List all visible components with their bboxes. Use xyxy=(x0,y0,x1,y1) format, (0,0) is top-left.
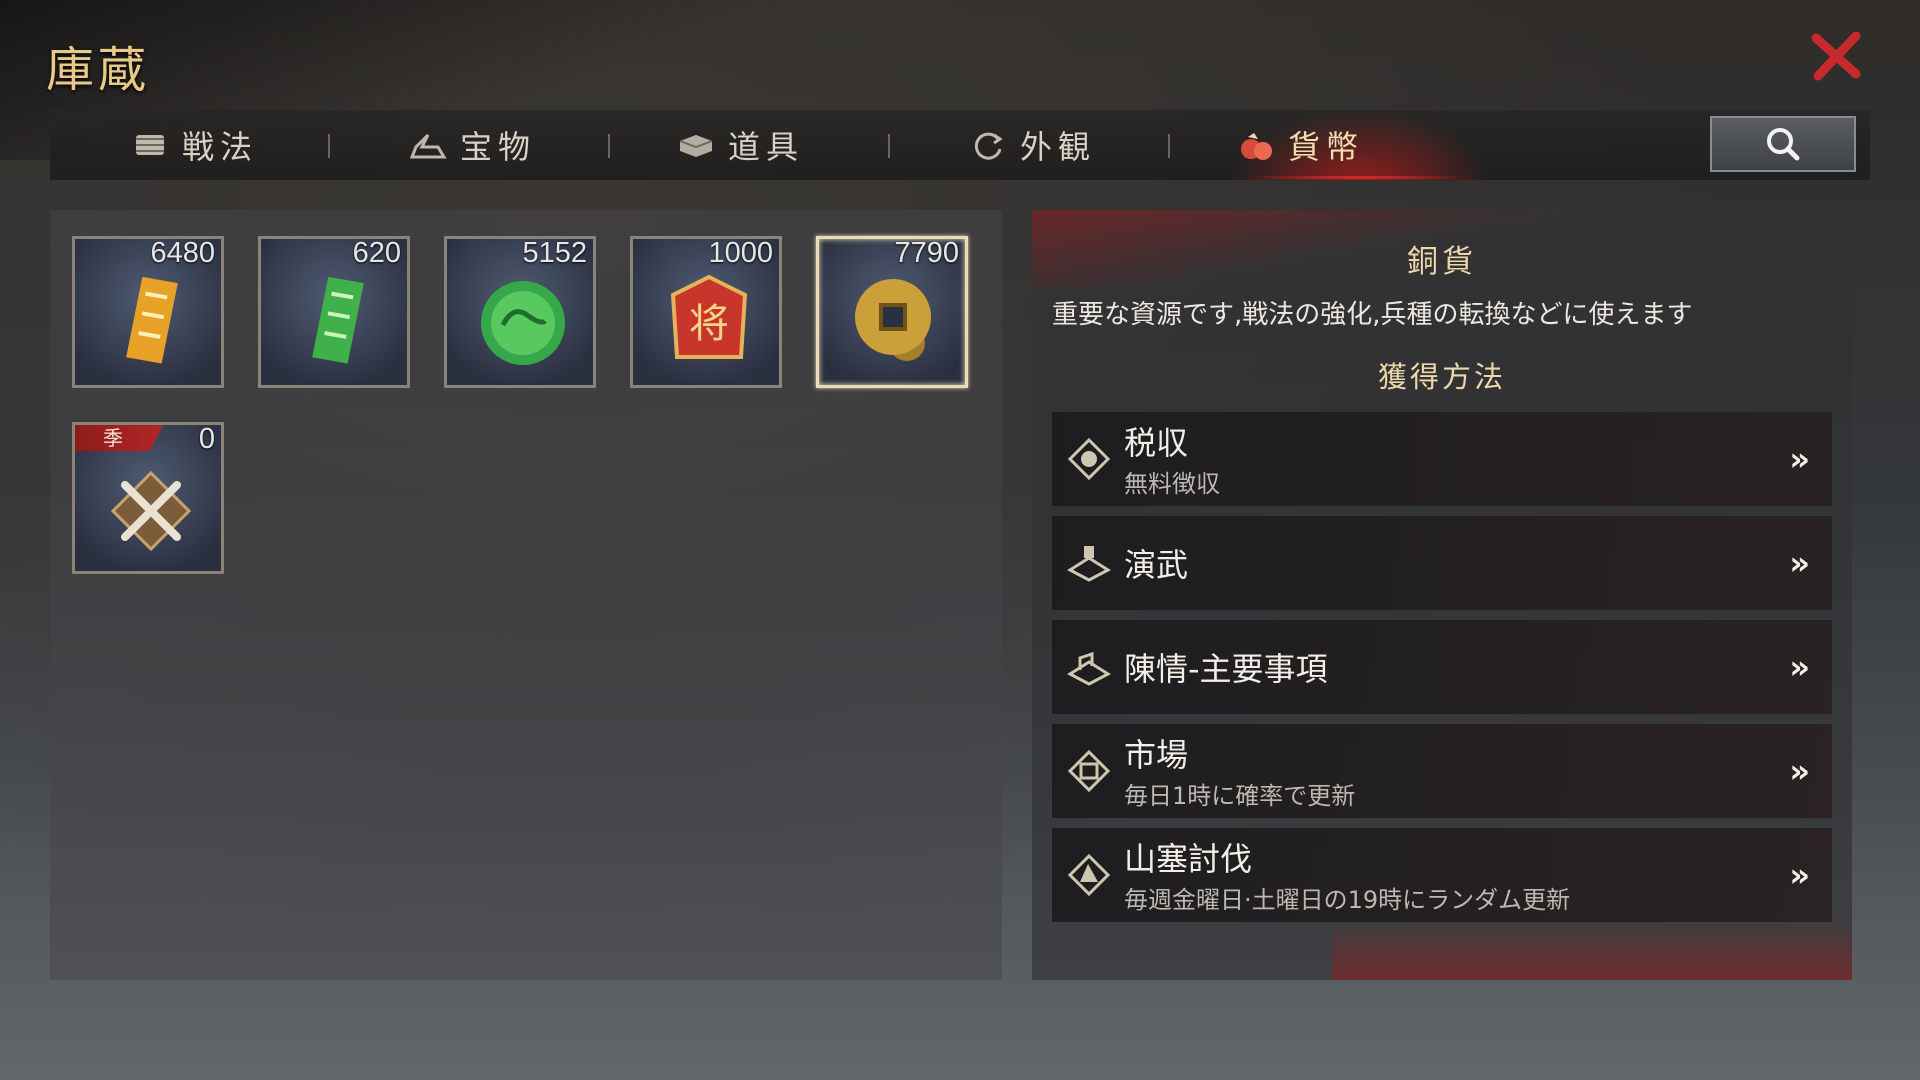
tab-label: 外観 xyxy=(1020,128,1097,166)
item-count: 620 xyxy=(352,237,401,269)
chevron-right-icon: » xyxy=(1789,752,1810,790)
tab-label: 貨幣 xyxy=(1288,128,1365,166)
source-subtitle: 無料徴収 xyxy=(1124,470,1220,498)
inventory-item-general-seal[interactable]: 将 1000 xyxy=(630,236,782,388)
inventory-item-copper-coin[interactable]: 7790 xyxy=(816,236,968,388)
chevron-right-icon: » xyxy=(1789,544,1810,582)
scroll-icon xyxy=(136,135,164,155)
swirl-icon xyxy=(974,132,1003,160)
tab-divider xyxy=(328,134,330,158)
gold-token-icon xyxy=(126,276,178,364)
tab-treasure[interactable]: 宝物 xyxy=(408,110,536,180)
source-name: 市場 xyxy=(1124,736,1189,774)
jade-token-icon xyxy=(312,276,364,364)
tax-icon xyxy=(1067,437,1111,481)
tab-tactics[interactable]: 戦法 xyxy=(130,110,258,180)
sources-heading: 獲得方法 xyxy=(1377,360,1506,394)
search-icon xyxy=(1767,128,1800,161)
tab-currency[interactable]: 貨幣 xyxy=(1236,110,1364,180)
petition-icon xyxy=(1067,651,1111,686)
tab-label: 戦法 xyxy=(182,128,259,166)
bandit-fort-icon xyxy=(1067,853,1111,897)
inventory-item-jade-coin[interactable]: 5152 xyxy=(444,236,596,388)
crossed-swords-icon xyxy=(110,470,192,552)
tab-label: 道具 xyxy=(728,128,805,166)
tab-divider xyxy=(888,134,890,158)
item-count: 1000 xyxy=(708,237,773,269)
source-subtitle: 毎日1時に確率で更新 xyxy=(1124,782,1356,810)
decorative-brush-stroke xyxy=(1332,920,1852,980)
tab-label: 宝物 xyxy=(460,128,537,166)
close-icon xyxy=(1811,31,1861,81)
season-badge: 季 xyxy=(75,425,163,451)
detail-panel: 銅貨 重要な資源です,戦法の強化,兵種の転換などに使えます 獲得方法 税収 無料… xyxy=(1032,210,1852,980)
source-name: 陳情-主要事項 xyxy=(1124,650,1328,688)
search-button[interactable] xyxy=(1710,116,1856,172)
inventory-item-jade-token[interactable]: 620 xyxy=(258,236,410,388)
tab-appearance[interactable]: 外観 xyxy=(968,110,1096,180)
source-bandit-fort[interactable]: 山塞討伐 毎週金曜日·土曜日の19時にランダム更新 » xyxy=(1052,828,1832,922)
item-count: 6480 xyxy=(150,237,215,269)
tab-bar: 戦法 宝物 道具 外観 貨幣 xyxy=(50,110,1870,180)
source-name: 税収 xyxy=(1124,424,1189,462)
item-count: 5152 xyxy=(522,237,587,269)
source-drill[interactable]: 演武 » xyxy=(1052,516,1832,610)
item-count: 7790 xyxy=(894,237,959,269)
close-button[interactable] xyxy=(1808,28,1864,84)
general-seal-icon: 将 xyxy=(670,274,748,359)
market-icon xyxy=(1067,749,1111,793)
source-subtitle: 毎週金曜日·土曜日の19時にランダム更新 xyxy=(1124,886,1571,914)
source-name: 演武 xyxy=(1124,546,1189,584)
inventory-item-season-token[interactable]: 季 0 xyxy=(72,422,224,574)
jade-dragon-coin-icon xyxy=(481,281,565,365)
source-market[interactable]: 市場 毎日1時に確率で更新 » xyxy=(1052,724,1832,818)
source-name: 山塞討伐 xyxy=(1124,840,1253,878)
inventory-panel: 6480 620 5152 将 1000 7790 季 0 xyxy=(50,210,1002,980)
treasure-icon xyxy=(409,133,447,159)
money-bag-icon xyxy=(1241,133,1272,160)
item-title: 銅貨 xyxy=(1407,244,1477,280)
item-count: 0 xyxy=(198,423,215,455)
seal-glyph: 将 xyxy=(689,301,729,347)
item-description: 重要な資源です,戦法の強化,兵種の転換などに使えます xyxy=(1052,300,1693,330)
tab-divider xyxy=(608,134,610,158)
tab-items[interactable]: 道具 xyxy=(676,110,804,180)
chevron-right-icon: » xyxy=(1789,648,1810,686)
box-icon xyxy=(679,135,713,157)
inventory-item-gold-token[interactable]: 6480 xyxy=(72,236,224,388)
chevron-right-icon: » xyxy=(1789,440,1810,478)
chevron-right-icon: » xyxy=(1789,856,1810,894)
source-petition[interactable]: 陳情-主要事項 » xyxy=(1052,620,1832,714)
source-tax[interactable]: 税収 無料徴収 » xyxy=(1052,412,1832,506)
copper-coin-icon xyxy=(855,279,931,361)
drill-icon xyxy=(1067,546,1111,582)
tab-divider xyxy=(1168,134,1170,158)
page-title: 庫蔵 xyxy=(46,42,151,98)
